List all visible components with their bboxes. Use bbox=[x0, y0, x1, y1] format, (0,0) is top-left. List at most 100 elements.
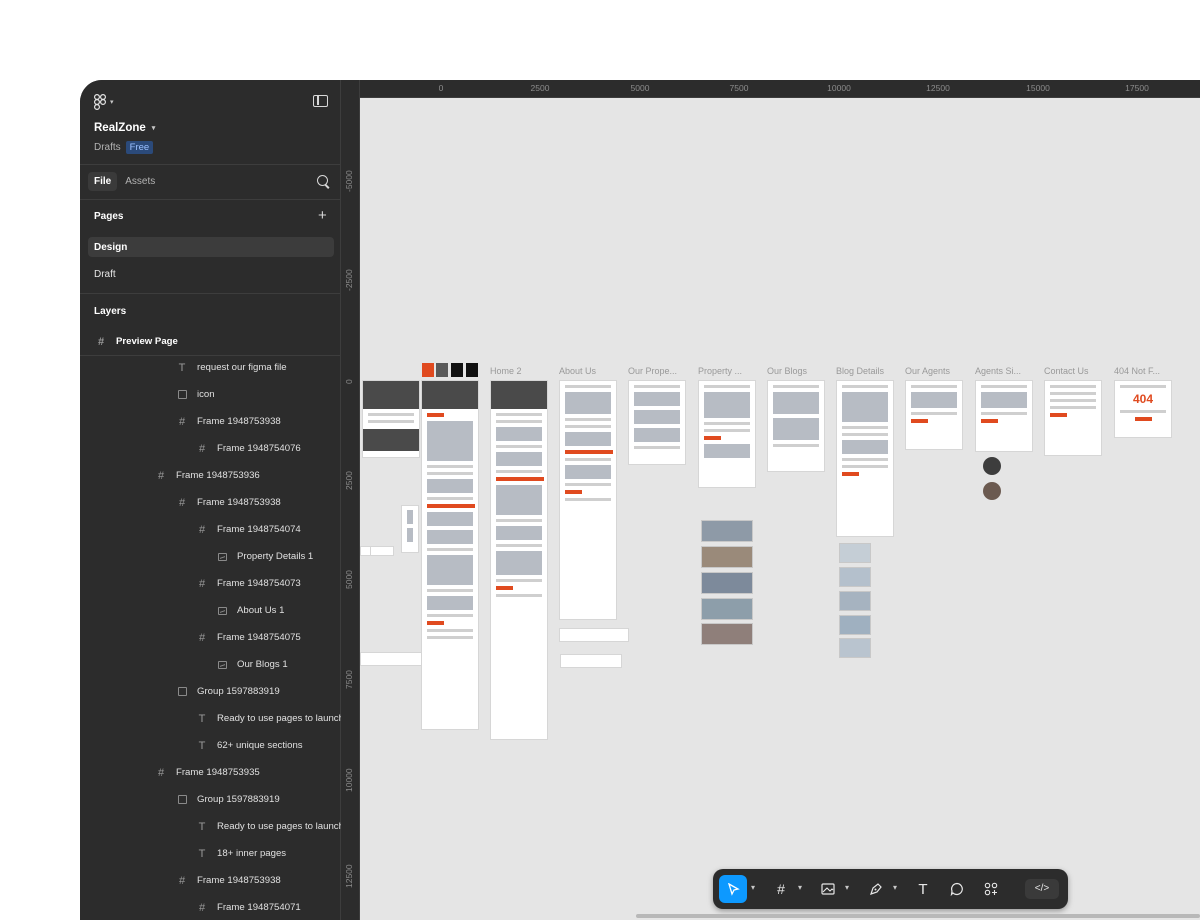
color-swatch[interactable] bbox=[466, 363, 478, 377]
page-item-draft[interactable]: Draft bbox=[88, 264, 334, 284]
frame-title[interactable]: 404 Not F... bbox=[1114, 366, 1160, 376]
layer-name: 18+ inner pages bbox=[217, 848, 287, 859]
frame-layer-icon: # bbox=[178, 415, 186, 428]
pen-icon bbox=[870, 883, 882, 895]
page-frame-404[interactable]: 404 bbox=[1114, 380, 1172, 438]
page-frame-home-2[interactable] bbox=[490, 380, 548, 740]
comment-tool-button[interactable] bbox=[945, 875, 969, 903]
property-photo[interactable] bbox=[701, 520, 753, 542]
layer-name: Frame 1948753938 bbox=[197, 497, 281, 508]
horizontal-scrollbar[interactable] bbox=[636, 914, 1200, 918]
layer-name: Property Details 1 bbox=[237, 551, 314, 562]
design-canvas[interactable]: -5000 -2500 0 2500 5000 7500 10000 12500… bbox=[341, 80, 1200, 920]
page-frame-property-details[interactable] bbox=[698, 380, 756, 488]
location-label[interactable]: Drafts bbox=[94, 142, 121, 153]
chevron-down-icon: ▾ bbox=[151, 125, 156, 132]
property-photo[interactable] bbox=[701, 572, 753, 594]
cursor-icon bbox=[727, 882, 740, 896]
file-name-button[interactable]: RealZone ▾ bbox=[94, 122, 155, 134]
tab-file[interactable]: File bbox=[88, 172, 118, 191]
search-icon[interactable] bbox=[317, 175, 328, 186]
move-tool-button[interactable] bbox=[719, 875, 747, 903]
blog-photo[interactable] bbox=[839, 543, 871, 563]
page-frame-blog-details[interactable] bbox=[836, 380, 894, 537]
page-frame-our-agents[interactable] bbox=[905, 380, 963, 450]
layer-row-root[interactable]: # Preview Page bbox=[94, 328, 356, 355]
ruler-label: -5000 bbox=[344, 170, 354, 192]
pen-tool-button[interactable] bbox=[864, 875, 888, 903]
layer-name: Frame 1948754075 bbox=[217, 632, 301, 643]
frame-title[interactable]: Our Agents bbox=[905, 366, 950, 376]
add-page-icon[interactable]: + bbox=[318, 208, 327, 223]
bottom-toolbar: ▾ # ▾ ▾ ▾ T </> bbox=[713, 869, 1068, 909]
color-swatch[interactable] bbox=[422, 363, 434, 377]
frame-layer-icon: # bbox=[198, 577, 206, 590]
group-layer-icon bbox=[178, 795, 187, 804]
frame-title[interactable]: Contact Us bbox=[1044, 366, 1089, 376]
blog-photo[interactable] bbox=[839, 567, 871, 587]
text-layer-icon: T bbox=[198, 820, 206, 833]
layer-name: Frame 1948754071 bbox=[217, 902, 301, 913]
frame-layer-icon: # bbox=[178, 874, 186, 887]
layer-name: icon bbox=[197, 389, 215, 400]
chevron-down-icon[interactable]: ▾ bbox=[751, 883, 755, 892]
frame-title[interactable]: Blog Details bbox=[836, 366, 884, 376]
frame-icon: # bbox=[97, 335, 105, 348]
page-frame-preview[interactable] bbox=[559, 628, 629, 642]
page-frame-our-blogs[interactable] bbox=[767, 380, 825, 472]
tab-assets[interactable]: Assets bbox=[119, 172, 161, 191]
color-swatch[interactable] bbox=[436, 363, 448, 377]
chevron-down-icon[interactable]: ▾ bbox=[845, 883, 849, 892]
agent-avatar[interactable] bbox=[983, 482, 1001, 500]
property-photo[interactable] bbox=[701, 598, 753, 620]
frame-icon: # bbox=[777, 881, 785, 897]
divider bbox=[80, 199, 341, 200]
ruler-label: 12500 bbox=[344, 864, 354, 888]
page-frame-contact-us[interactable] bbox=[1044, 380, 1102, 456]
layer-name: Frame 1948753938 bbox=[197, 875, 281, 886]
figma-window: ▾ RealZone ▾ Drafts Free File Assets Pag… bbox=[80, 80, 1200, 920]
image-tool-button[interactable] bbox=[816, 875, 840, 903]
layer-name: Group 1597883919 bbox=[197, 686, 280, 697]
color-swatch[interactable] bbox=[451, 363, 463, 377]
layer-name: Ready to use pages to launch bbox=[217, 821, 344, 832]
frame-title[interactable]: Agents Si... bbox=[975, 366, 1021, 376]
main-menu-button[interactable]: ▾ bbox=[94, 94, 114, 110]
layer-name: Frame 1948753936 bbox=[176, 470, 260, 481]
frame-layer-icon: # bbox=[157, 766, 165, 779]
ruler-label: 15000 bbox=[1026, 83, 1050, 93]
frame-tool-button[interactable]: # bbox=[769, 875, 793, 903]
frame-title[interactable]: Property ... bbox=[698, 366, 742, 376]
page-item-design[interactable]: Design bbox=[88, 237, 334, 257]
property-photo[interactable] bbox=[701, 546, 753, 568]
page-frame-our-properties[interactable] bbox=[628, 380, 686, 465]
frame-title[interactable]: Our Prope... bbox=[628, 366, 677, 376]
sidebar-toggle-icon[interactable] bbox=[313, 95, 328, 107]
chevron-down-icon[interactable]: ▾ bbox=[893, 883, 897, 892]
page-frame-preview[interactable] bbox=[362, 380, 420, 458]
page-frame-home[interactable] bbox=[421, 380, 479, 730]
text-tool-button[interactable]: T bbox=[911, 875, 935, 903]
actions-tool-button[interactable] bbox=[979, 875, 1003, 903]
blog-photo[interactable] bbox=[839, 638, 871, 658]
frame-title[interactable]: Home 2 bbox=[490, 366, 522, 376]
page-frame-preview[interactable] bbox=[370, 546, 394, 556]
layers-title: Layers bbox=[94, 306, 127, 317]
group-layer-icon bbox=[178, 687, 187, 696]
property-photo[interactable] bbox=[701, 623, 753, 645]
dev-mode-toggle[interactable]: </> bbox=[1025, 879, 1059, 899]
agent-avatar[interactable] bbox=[983, 457, 1001, 475]
page-frame-preview[interactable] bbox=[401, 505, 419, 553]
blog-photo[interactable] bbox=[839, 615, 871, 635]
sidebar-tabs: File Assets bbox=[88, 172, 161, 191]
page-frame-preview[interactable] bbox=[560, 654, 622, 668]
page-frame-agents-single[interactable] bbox=[975, 380, 1033, 452]
frame-title[interactable]: Our Blogs bbox=[767, 366, 807, 376]
page-frame-about-us[interactable] bbox=[559, 380, 617, 620]
chevron-down-icon[interactable]: ▾ bbox=[798, 883, 802, 892]
text-icon: T bbox=[918, 880, 928, 898]
frame-title[interactable]: About Us bbox=[559, 366, 596, 376]
frame-layer-icon: # bbox=[198, 631, 206, 644]
blog-photo[interactable] bbox=[839, 591, 871, 611]
ruler-label: 7500 bbox=[729, 83, 749, 93]
